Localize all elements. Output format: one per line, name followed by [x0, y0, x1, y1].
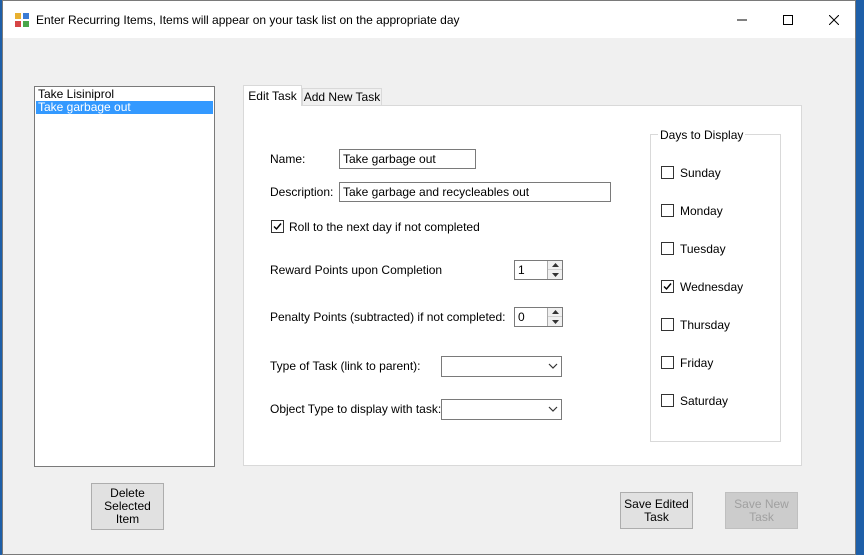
maximize-icon — [783, 14, 793, 25]
description-input-value: Take garbage and recycleables out — [343, 185, 530, 199]
minimize-icon — [737, 19, 747, 20]
reward-points-value: 1 — [518, 263, 525, 277]
day-checkbox-friday[interactable] — [661, 356, 674, 369]
roll-over-label: Roll to the next day if not completed — [289, 220, 480, 234]
reward-spin-up[interactable] — [548, 261, 562, 270]
object-type-label: Object Type to display with task: — [270, 402, 442, 416]
day-label-saturday: Saturday — [680, 394, 729, 408]
penalty-spin-up[interactable] — [548, 308, 562, 317]
day-label-monday: Monday — [680, 204, 723, 218]
day-checkbox-thursday[interactable] — [661, 318, 674, 331]
save-edited-task-label: Save Edited Task — [624, 496, 689, 524]
name-input-value: Take garbage out — [343, 152, 436, 166]
tab-edit-task[interactable]: Edit Task — [243, 85, 302, 106]
list-item[interactable]: Take garbage out — [36, 101, 213, 114]
save-new-task-button[interactable]: Save New Task — [725, 492, 798, 529]
days-to-display-title: Days to Display — [658, 128, 746, 142]
minimize-button[interactable] — [719, 1, 765, 38]
penalty-points-label: Penalty Points (subtracted) if not compl… — [270, 310, 506, 324]
recurring-items-window: Enter Recurring Items, Items will appear… — [2, 0, 856, 555]
penalty-spin-down[interactable] — [548, 317, 562, 326]
delete-selected-item-label: Delete Selected Item — [104, 486, 151, 526]
delete-selected-item-button[interactable]: Delete Selected Item — [91, 483, 164, 530]
window-title: Enter Recurring Items, Items will appear… — [36, 13, 460, 27]
penalty-spin-buttons — [547, 308, 562, 326]
chevron-down-icon — [548, 406, 558, 412]
tab-add-new-task[interactable]: Add New Task — [302, 88, 382, 106]
checkmark-icon — [273, 223, 282, 231]
chevron-up-icon — [551, 310, 559, 314]
day-checkbox-wednesday[interactable] — [661, 280, 674, 293]
chevron-down-icon — [551, 272, 559, 277]
tab-add-new-task-label: Add New Task — [303, 90, 381, 104]
day-checkbox-saturday[interactable] — [661, 394, 674, 407]
checkmark-icon — [663, 283, 672, 291]
save-new-task-label: Save New Task — [734, 496, 789, 524]
app-icon — [15, 13, 29, 27]
task-type-select[interactable] — [441, 356, 562, 377]
close-icon — [829, 14, 839, 25]
object-type-select[interactable] — [441, 399, 562, 420]
task-listbox[interactable]: Take Lisiniprol Take garbage out — [34, 86, 215, 467]
chevron-up-icon — [551, 263, 559, 267]
penalty-points-stepper[interactable]: 0 — [514, 307, 563, 327]
day-checkbox-sunday[interactable] — [661, 166, 674, 179]
day-label-wednesday: Wednesday — [680, 280, 744, 294]
day-checkbox-tuesday[interactable] — [661, 242, 674, 255]
maximize-button[interactable] — [765, 1, 811, 38]
reward-points-label: Reward Points upon Completion — [270, 263, 443, 277]
name-input[interactable]: Take garbage out — [339, 149, 476, 169]
reward-spin-buttons — [547, 261, 562, 279]
chevron-down-icon — [551, 319, 559, 324]
task-type-label: Type of Task (link to parent): — [270, 359, 421, 373]
tab-edit-task-label: Edit Task — [248, 89, 297, 103]
day-checkbox-monday[interactable] — [661, 204, 674, 217]
day-label-tuesday: Tuesday — [680, 242, 726, 256]
reward-points-stepper[interactable]: 1 — [514, 260, 563, 280]
description-input[interactable]: Take garbage and recycleables out — [339, 182, 611, 202]
close-button[interactable] — [811, 1, 857, 38]
day-label-friday: Friday — [680, 356, 714, 370]
chevron-down-icon — [548, 363, 558, 369]
description-label: Description: — [270, 185, 334, 199]
penalty-points-value: 0 — [518, 310, 525, 324]
day-label-thursday: Thursday — [680, 318, 731, 332]
name-label: Name: — [270, 152, 306, 166]
title-bar[interactable]: Enter Recurring Items, Items will appear… — [3, 1, 855, 38]
day-label-sunday: Sunday — [680, 166, 721, 180]
save-edited-task-button[interactable]: Save Edited Task — [620, 492, 693, 529]
reward-spin-down[interactable] — [548, 270, 562, 279]
roll-over-checkbox[interactable] — [271, 220, 284, 233]
